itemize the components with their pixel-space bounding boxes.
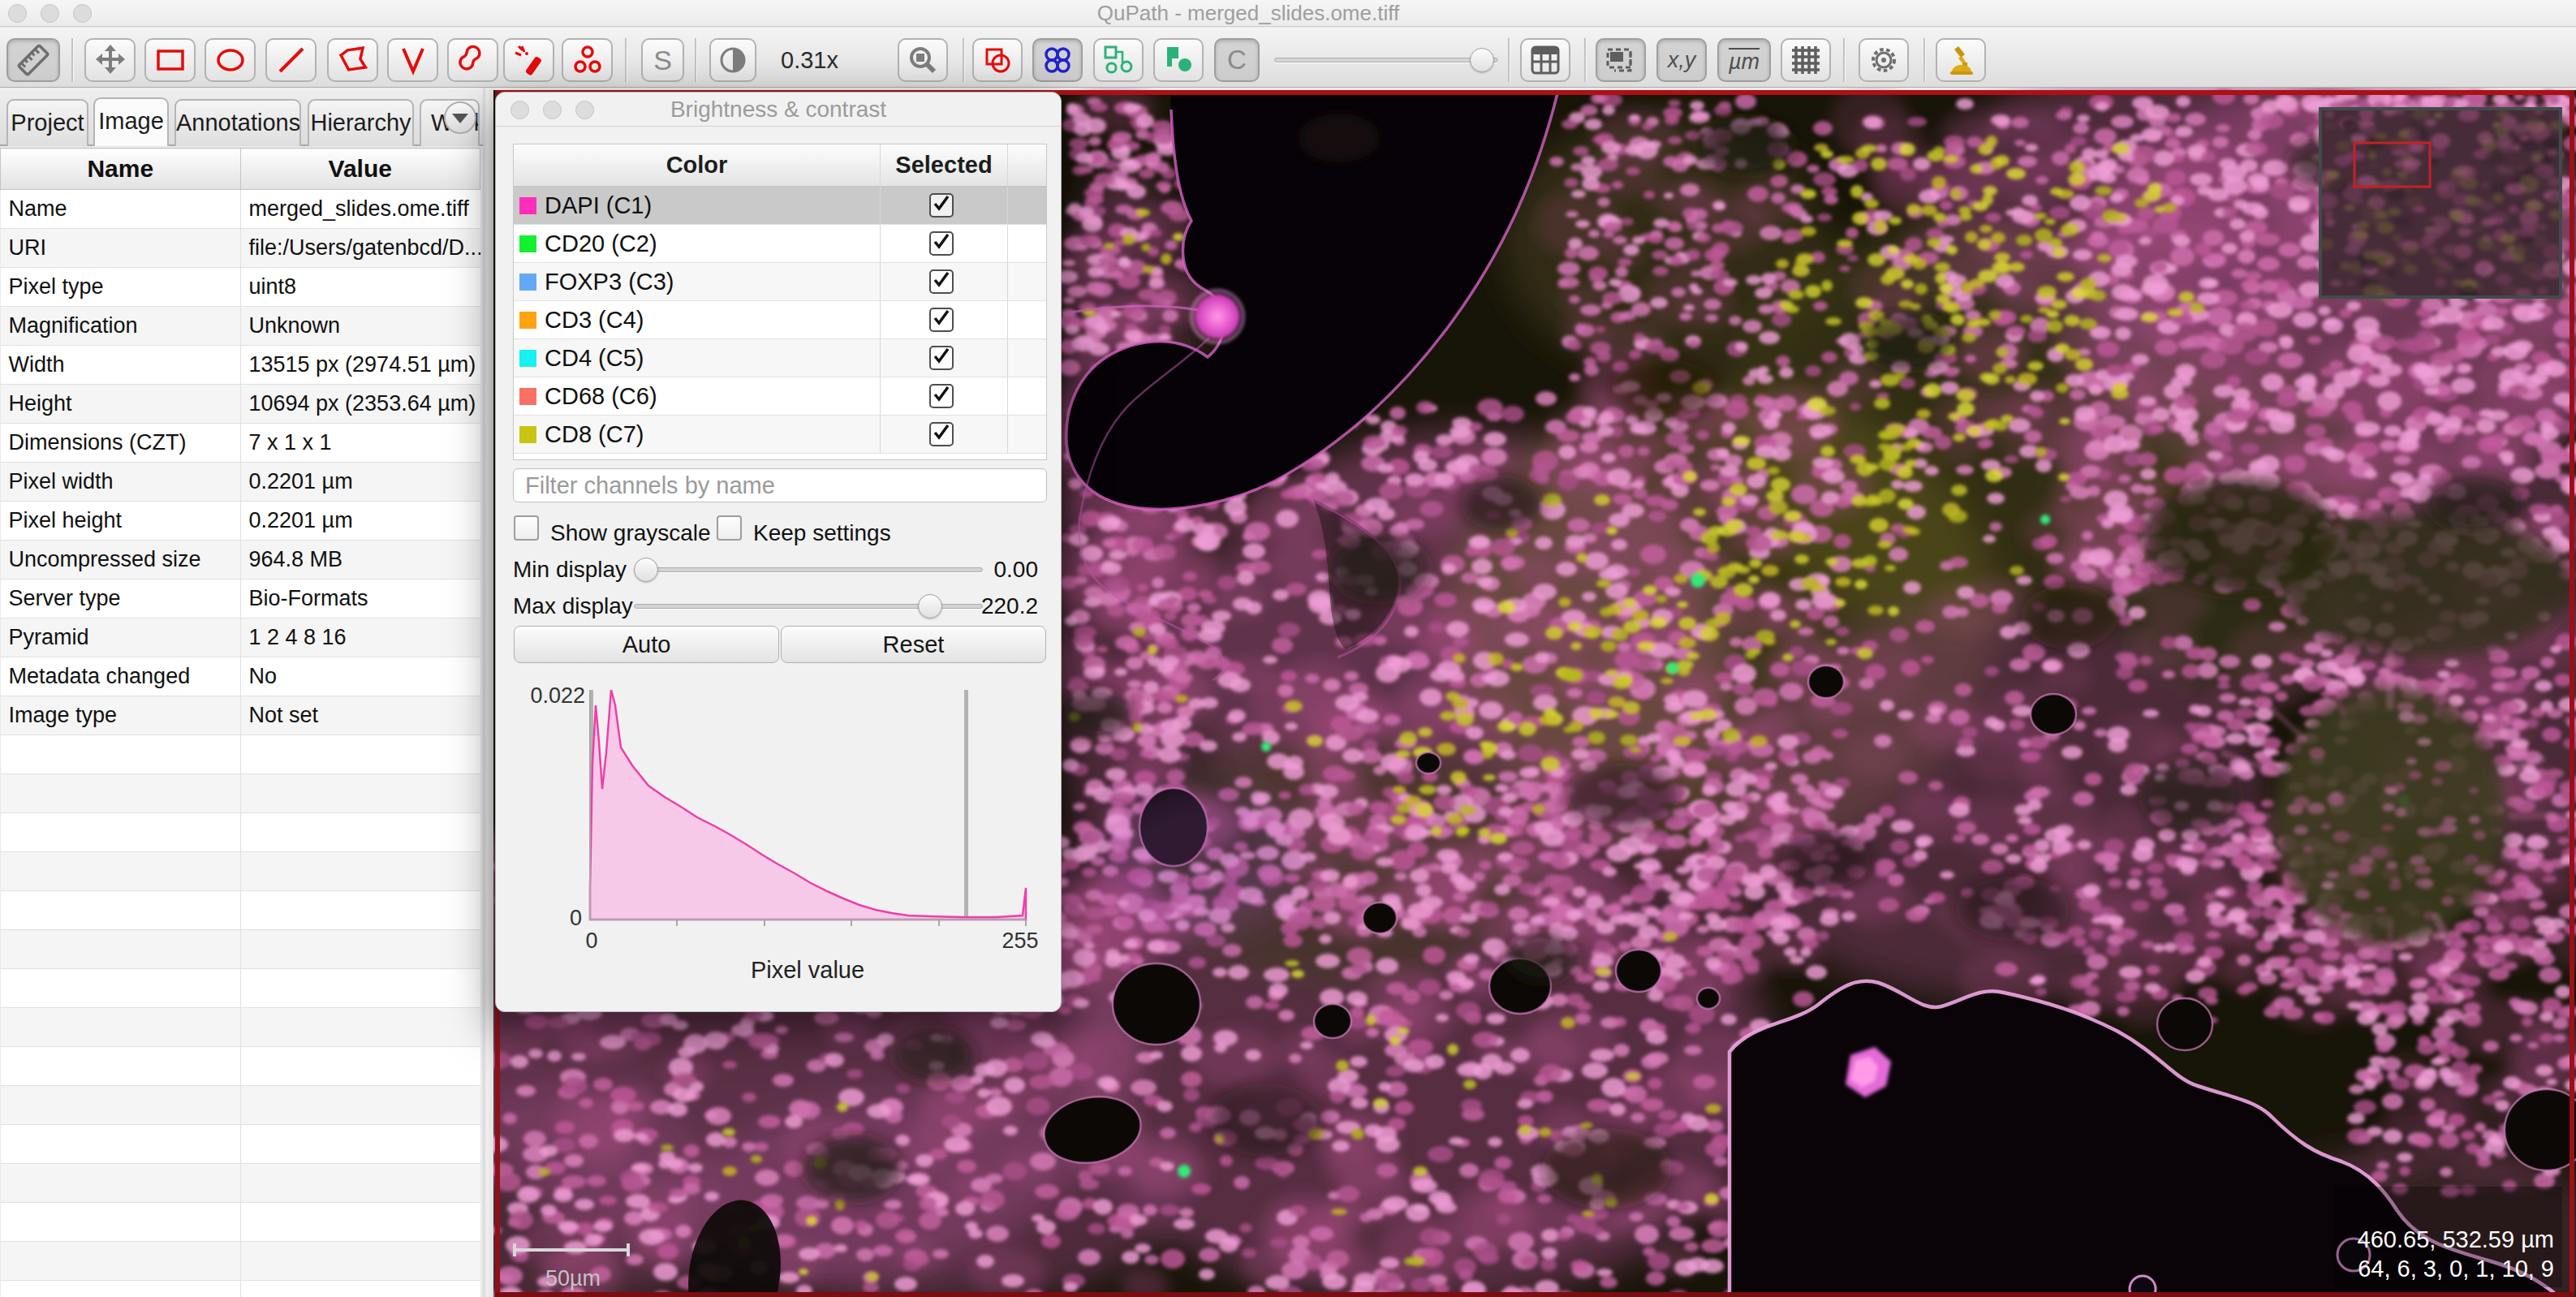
svg-text:50µm: 50µm bbox=[545, 1266, 601, 1291]
svg-text:Pixel value: Pixel value bbox=[751, 957, 864, 983]
svg-text:255: 255 bbox=[1002, 929, 1038, 953]
svg-text:460.65, 532.59 µm: 460.65, 532.59 µm bbox=[2358, 1226, 2554, 1252]
svg-text:0: 0 bbox=[570, 906, 582, 930]
svg-text:64, 6, 3, 0, 1, 10, 9: 64, 6, 3, 0, 1, 10, 9 bbox=[2358, 1256, 2554, 1282]
svg-text:0.022: 0.022 bbox=[530, 683, 585, 708]
svg-text:0: 0 bbox=[585, 929, 597, 953]
